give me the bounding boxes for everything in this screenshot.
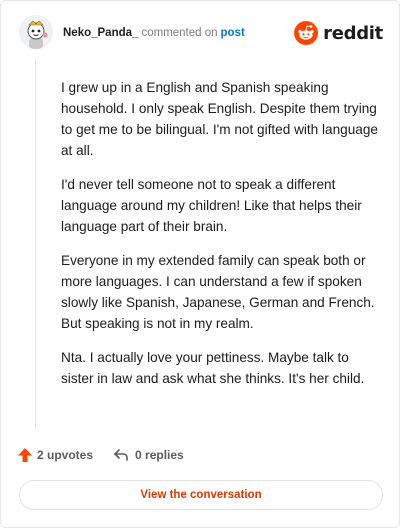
- upvotes-count: 2 upvotes: [37, 448, 94, 462]
- username[interactable]: Neko_Panda_: [63, 27, 138, 39]
- reddit-logo-icon: [294, 21, 319, 45]
- commented-on-text: commented on: [141, 27, 218, 39]
- comment-card: Neko_Panda_ commented on post reddit I gre…: [0, 0, 400, 528]
- thread-line: [35, 59, 36, 429]
- upvote-arrow-icon: [18, 448, 32, 462]
- comment-meta: Neko_Panda_ commented on post: [63, 26, 245, 40]
- comment-paragraph: I grew up in a English and Spanish speak…: [61, 80, 378, 158]
- comment-paragraph: Everyone in my extended family can speak…: [61, 253, 375, 331]
- replies-count: 0 replies: [135, 448, 184, 462]
- comment-actions: 2 upvotes 0 replies: [17, 445, 184, 465]
- reply-arrow-icon: [114, 449, 128, 461]
- reddit-brand[interactable]: reddit: [294, 20, 383, 46]
- comment-paragraph: I'd never tell someone not to speak a di…: [61, 177, 362, 234]
- comment-body: I grew up in a English and Spanish speak…: [61, 77, 381, 402]
- upvote-button[interactable]: 2 upvotes: [17, 447, 93, 463]
- brand-wordmark: reddit: [323, 22, 383, 44]
- view-conversation-button[interactable]: View the conversation: [19, 480, 383, 510]
- comment-header: Neko_Panda_ commented on post reddit: [19, 15, 383, 51]
- post-link[interactable]: post: [221, 27, 245, 39]
- comment-paragraph: Nta. I actually love your pettiness. May…: [61, 350, 365, 386]
- reply-button[interactable]: 0 replies: [113, 447, 184, 463]
- snoo-avatar-icon[interactable]: [19, 15, 53, 49]
